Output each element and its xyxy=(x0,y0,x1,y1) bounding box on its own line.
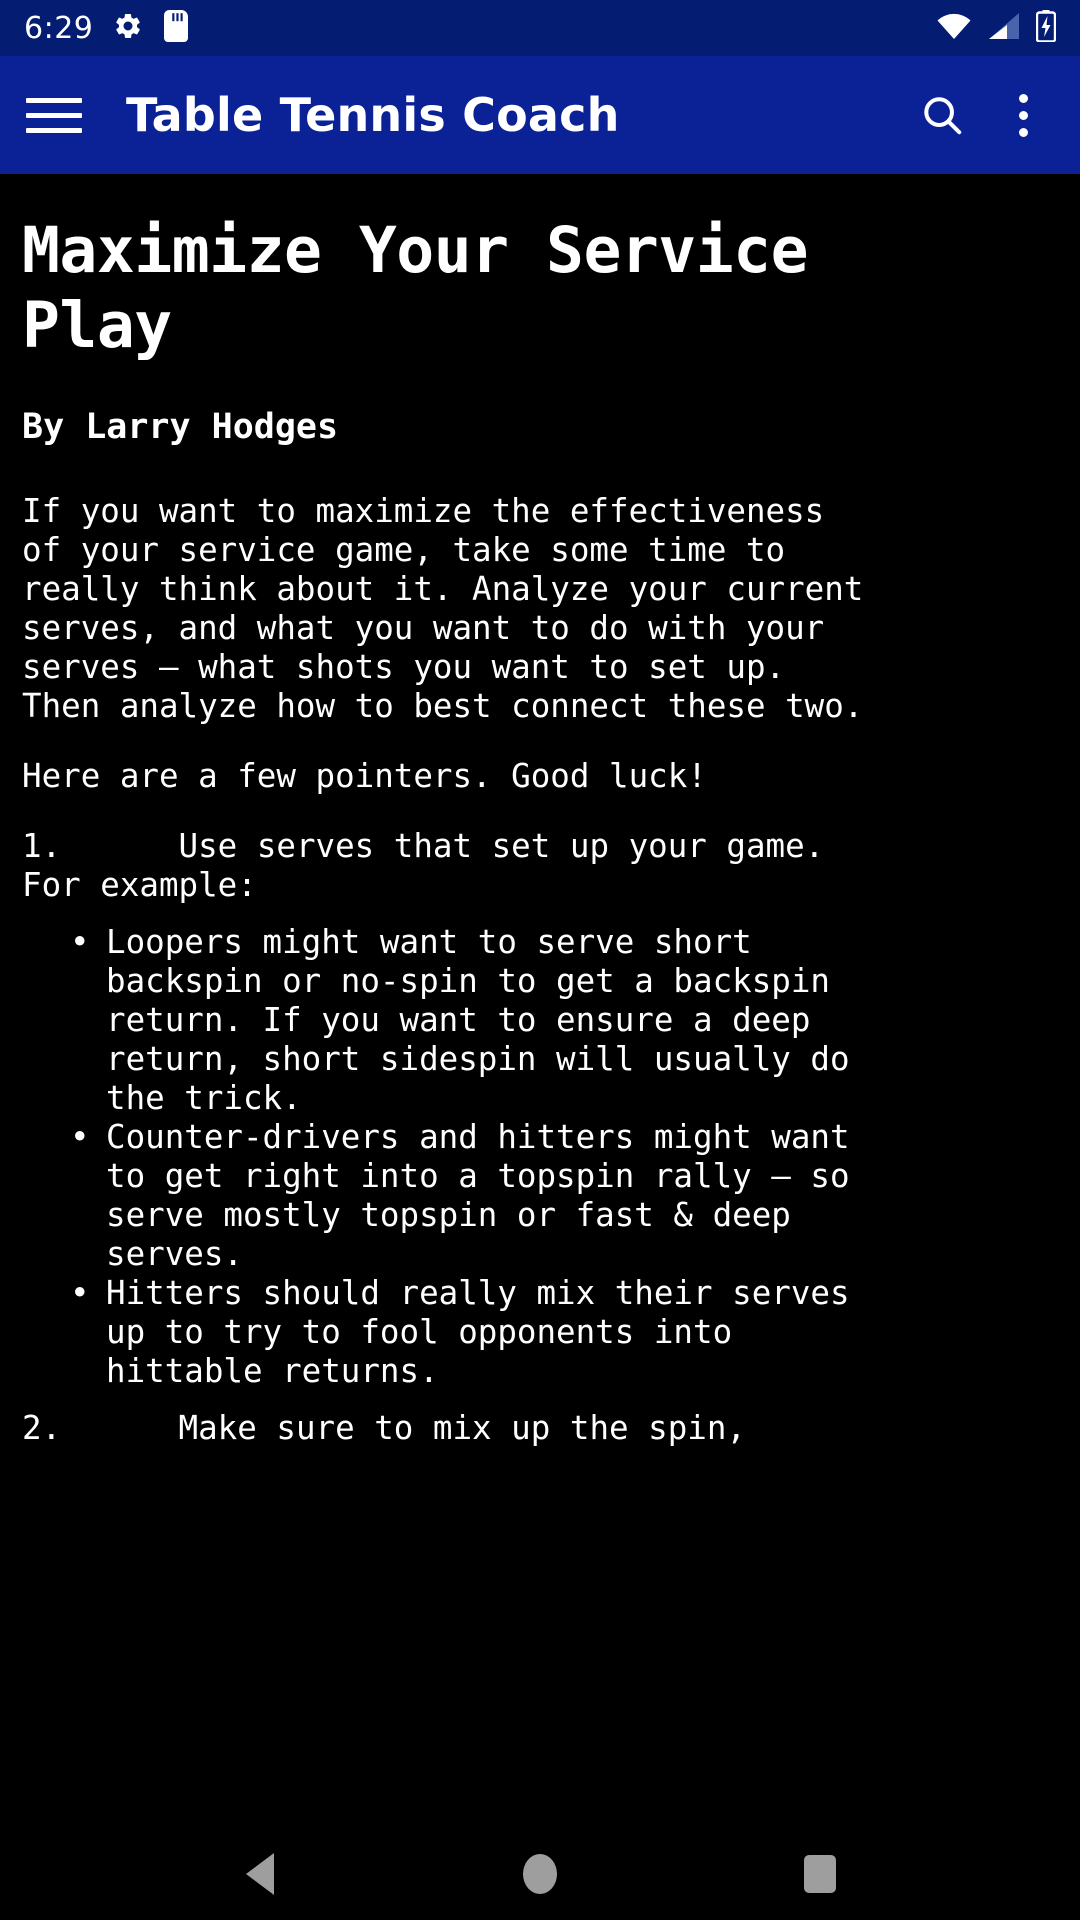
cellular-signal-icon xyxy=(988,12,1020,44)
article-bullet-list: Loopers might want to serve short backsp… xyxy=(22,923,1058,1391)
hamburger-bar xyxy=(26,97,82,103)
hamburger-bar xyxy=(26,127,82,133)
recents-button[interactable] xyxy=(765,1839,875,1909)
search-icon[interactable] xyxy=(919,92,965,138)
status-bar-left: 6:29 xyxy=(24,10,189,46)
status-bar: 6:29 xyxy=(0,0,1080,56)
article-paragraph-2: Here are a few pointers. Good luck! xyxy=(22,756,707,795)
article-author: By Larry Hodges xyxy=(22,406,339,447)
status-bar-right xyxy=(936,10,1057,46)
dot xyxy=(1019,93,1028,103)
page-title: Maximize Your Service Play xyxy=(22,214,809,362)
hamburger-bar xyxy=(26,112,82,118)
app-title: Table Tennis Coach xyxy=(126,88,620,142)
list-item: Counter-drivers and hitters might want t… xyxy=(22,1118,1058,1274)
wifi-icon xyxy=(936,12,972,44)
dot xyxy=(1019,127,1028,137)
back-button[interactable] xyxy=(205,1839,315,1909)
status-clock: 6:29 xyxy=(24,10,94,46)
settings-gear-icon xyxy=(113,11,143,45)
article-content[interactable]: Maximize Your Service Play By Larry Hodg… xyxy=(0,174,1080,1828)
battery-charging-icon xyxy=(1035,10,1057,46)
app-bar: Table Tennis Coach xyxy=(0,56,1080,174)
back-triangle-icon xyxy=(246,1853,274,1895)
article-numbered-item-1: 1. Use serves that set up your game. For… xyxy=(22,826,825,904)
sd-card-icon xyxy=(163,10,189,46)
home-circle-icon xyxy=(523,1854,557,1894)
list-item: Hitters should really mix their serves u… xyxy=(22,1274,1058,1391)
hamburger-menu-icon[interactable] xyxy=(26,87,82,143)
article-numbered-item-2: 2. Make sure to mix up the spin, xyxy=(22,1408,746,1447)
app-bar-actions xyxy=(919,88,1054,143)
article-paragraph-1: If you want to maximize the effectivenes… xyxy=(22,491,864,725)
android-navigation-bar xyxy=(0,1828,1080,1920)
dot xyxy=(1019,110,1028,120)
list-item: Loopers might want to serve short backsp… xyxy=(22,923,1058,1118)
home-button[interactable] xyxy=(485,1839,595,1909)
more-vertical-icon[interactable] xyxy=(1005,88,1042,143)
recents-square-icon xyxy=(804,1855,836,1893)
